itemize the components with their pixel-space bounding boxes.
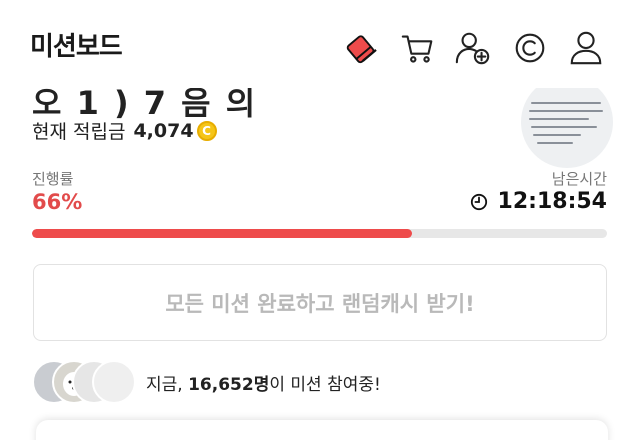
progress-label: 진행률 [32, 170, 74, 188]
progress-bar [32, 229, 607, 238]
avatar [92, 360, 136, 404]
mission-thumbnail[interactable] [521, 76, 613, 168]
remaining-time-label: 남은시간 [551, 170, 607, 188]
profile-icon[interactable] [566, 28, 606, 68]
progress-percent: 66% [32, 190, 83, 214]
progress-bar-fill [32, 229, 412, 238]
cart-icon[interactable] [398, 28, 438, 68]
participants-text: 지금, 16,652명이 미션 참여중! [146, 370, 381, 395]
mission-shoe-icon[interactable] [342, 28, 382, 68]
remaining-time: 12:18:54 [470, 189, 607, 214]
participant-avatars [32, 360, 136, 404]
app-header: 미션보드 [0, 0, 640, 88]
clock-icon [470, 193, 487, 210]
participants-suffix: 이 미션 참여중! [269, 374, 381, 395]
remaining-time-value: 12:18:54 [497, 189, 607, 214]
participants-count: 16,652명 [188, 374, 270, 395]
participants-row: 지금, 16,652명이 미션 참여중! [32, 360, 381, 404]
random-cash-button[interactable]: 모든 미션 완료하고 랜덤캐시 받기! [33, 264, 607, 341]
cash-coin-icon[interactable] [510, 28, 550, 68]
participants-prefix: 지금, [146, 374, 189, 395]
add-friend-icon[interactable] [453, 28, 493, 68]
bottom-card [36, 420, 608, 440]
page-title: 미션보드 [30, 32, 123, 62]
